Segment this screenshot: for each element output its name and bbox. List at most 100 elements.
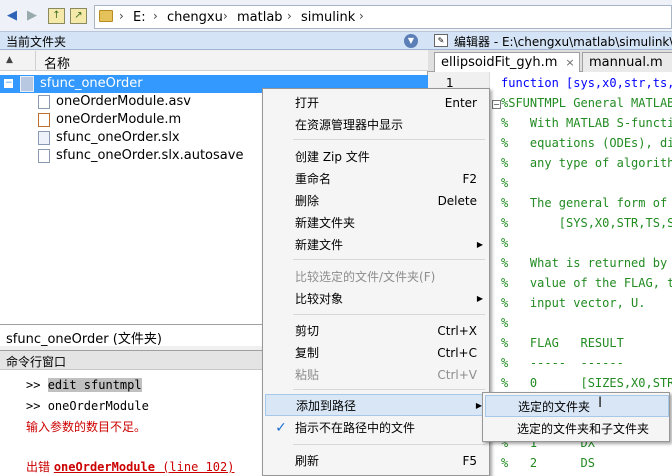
editor-title: 编辑器 - E:\chengxu\matlab\simulink\s (454, 35, 672, 49)
file-name: sfunc_oneOrder.slx.autosave (56, 148, 244, 163)
menu-item-indicate-not-on-path[interactable]: ✓ 指示不在路径中的文件 (265, 417, 489, 439)
tab-label: ellipsoidFit_gyh.m (441, 55, 558, 70)
code-line: % equations (ODEs), dis (501, 136, 672, 150)
menu-item-rename[interactable]: 重命名 F2 (265, 168, 489, 190)
breadcrumb-simulink[interactable]: simulink (301, 10, 355, 25)
error-line-link[interactable]: (line 102) (155, 460, 234, 474)
menu-item-copy[interactable]: 复制 Ctrl+C (265, 342, 489, 364)
code-line: %SFUNTMPL General MATLAB (501, 96, 672, 110)
menu-shortcut: F5 (462, 454, 477, 468)
error-message: 输入参数的数目不足。 (26, 420, 147, 434)
menu-item-compare-against[interactable]: 比较对象 ▶ (265, 288, 489, 310)
menu-label: 新建文件 (295, 238, 344, 252)
menu-item-refresh[interactable]: 刷新 F5 (265, 450, 489, 472)
menu-label: 重命名 (295, 172, 332, 186)
address-bar: ◀ ▶ ↑ ↗ › E: › chengxu › matlab › simuli… (0, 0, 672, 32)
menu-separator (293, 389, 485, 390)
menu-shortcut: Ctrl+X (437, 324, 477, 338)
submenu-arrow-icon: ▶ (476, 294, 483, 303)
command-text: edit sfuntmpl (47, 378, 142, 392)
editor-icon: ✎ (434, 34, 448, 47)
code-line: % ----- ------ (501, 356, 624, 370)
menu-item-add-to-path[interactable]: 添加到路径 ▶ (265, 394, 489, 416)
panel-title: 命令行窗口 (6, 355, 67, 369)
m-file-icon (38, 113, 50, 127)
menu-label: 剪切 (295, 324, 320, 338)
code-line: % (501, 316, 509, 330)
menu-item-show-in-explorer[interactable]: 在资源管理器中显示 (265, 114, 489, 136)
collapse-icon[interactable]: − (4, 79, 13, 88)
menu-label: 创建 Zip 文件 (295, 150, 370, 164)
code-line: % (501, 176, 509, 190)
menu-label: 在资源管理器中显示 (295, 118, 404, 132)
code-line: % The general form of a (501, 196, 672, 210)
code-line: % 2 DS (501, 456, 595, 470)
submenu-item-selected-folders[interactable]: 选定的文件夹 (485, 395, 669, 417)
menu-item-open[interactable]: 打开 Enter (265, 92, 489, 114)
menu-shortcut: Ctrl+V (437, 368, 477, 382)
breadcrumb-matlab[interactable]: matlab (237, 10, 283, 25)
prompt: >> (26, 399, 48, 413)
error-file-link[interactable]: oneOrderModule (54, 460, 155, 474)
code-line: % [SYS,X0,STR,TS,SI (501, 216, 672, 230)
menu-item-new-folder[interactable]: 新建文件夹 (265, 212, 489, 234)
menu-item-delete[interactable]: 删除 Delete (265, 190, 489, 212)
menu-item-cut[interactable]: 剪切 Ctrl+X (265, 320, 489, 342)
code-line: % 0 [SIZES,X0,STR, (501, 376, 672, 390)
up-folder-icon[interactable]: ↑ (48, 8, 65, 24)
menu-shortcut: F2 (462, 172, 477, 186)
menu-item-create-zip[interactable]: 创建 Zip 文件 (265, 146, 489, 168)
command-text: oneOrderModule (47, 399, 149, 413)
breadcrumb-drive[interactable]: E: (133, 10, 146, 25)
back-arrow-icon[interactable]: ◀ (4, 8, 20, 24)
code-line: % input vector, U. (501, 296, 646, 310)
current-folder-title-bar: 当前文件夹 ▼ (0, 32, 428, 50)
menu-shortcut: Enter (444, 96, 477, 110)
code-line: % value of the FLAG, th (501, 276, 672, 290)
file-name: oneOrderModule.asv (56, 94, 191, 109)
menu-label: 添加到路径 (296, 399, 357, 413)
breadcrumb-separator: › (359, 9, 364, 23)
column-header: ▲ 名称 (0, 51, 428, 72)
menu-shortcut: Delete (437, 194, 477, 208)
context-menu: 打开 Enter 在资源管理器中显示 创建 Zip 文件 重命名 F2 删除 Dele… (262, 88, 490, 476)
panel-title: 当前文件夹 (6, 35, 67, 49)
menu-separator (293, 259, 485, 260)
folder-icon (99, 10, 113, 22)
menu-label: 选定的文件夹 (518, 400, 591, 414)
menu-label: 新建文件夹 (295, 216, 356, 230)
menu-item-new-file[interactable]: 新建文件 ▶ (265, 234, 489, 256)
error-prefix: 出错 (26, 460, 54, 474)
submenu-item-selected-folders-and-subfolders[interactable]: 选定的文件夹和子文件夹 (485, 418, 669, 440)
slx-file-icon (38, 131, 50, 145)
menu-label: 刷新 (295, 454, 320, 468)
fold-icon[interactable]: − (492, 100, 501, 109)
error-location-line: 出错 oneOrderModule (line 102) (26, 458, 234, 475)
column-options-icon[interactable]: ▲ (6, 55, 13, 65)
breadcrumb-chengxu[interactable]: chengxu (167, 10, 223, 25)
tab-mannual[interactable]: mannual.m (582, 52, 672, 72)
menu-separator (293, 139, 485, 140)
command-line: >> edit sfuntmpl (26, 378, 142, 392)
close-icon[interactable]: × (565, 56, 574, 69)
menu-label: 指示不在路径中的文件 (295, 421, 416, 435)
code-line: % FLAG RESULT (501, 336, 624, 350)
folder-details-text: sfunc_oneOrder (文件夹) (6, 332, 162, 347)
autosave-file-icon (38, 149, 50, 163)
menu-label: 复制 (295, 346, 320, 360)
editor-tabs: ellipsoidFit_gyh.m × mannual.m (428, 50, 672, 72)
tab-ellipsoidfit[interactable]: ellipsoidFit_gyh.m × (434, 52, 580, 72)
menu-label: 粘贴 (295, 368, 320, 382)
file-name: oneOrderModule.m (56, 112, 182, 127)
panel-actions-icon[interactable]: ▼ (404, 34, 418, 48)
menu-separator (293, 314, 485, 315)
menu-separator (293, 444, 485, 445)
breadcrumb[interactable]: › E: › chengxu › matlab › simulink › (94, 5, 672, 29)
column-name-header[interactable]: 名称 (44, 53, 70, 72)
forward-arrow-icon[interactable]: ▶ (24, 8, 40, 24)
breadcrumb-separator: › (287, 9, 292, 23)
menu-label: 删除 (295, 194, 320, 208)
package-folder-icon (20, 76, 34, 92)
file-name: sfunc_oneOrder.slx (56, 130, 180, 145)
browse-folder-icon[interactable]: ↗ (70, 8, 87, 24)
